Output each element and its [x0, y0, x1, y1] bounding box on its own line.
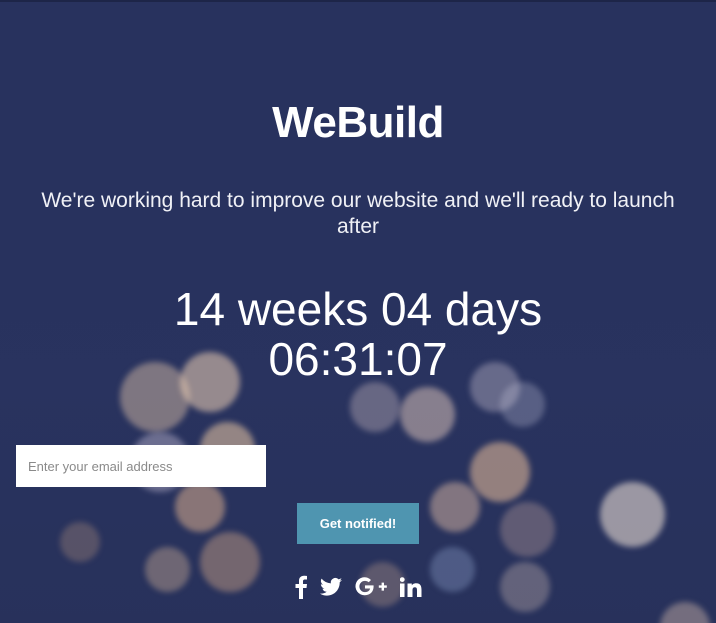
countdown-time: 06:31:07: [268, 333, 448, 385]
page: WeBuild We're working hard to improve ou…: [0, 0, 716, 623]
countdown-weeks-days: 14 weeks 04 days: [173, 283, 543, 335]
linkedin-icon[interactable]: [400, 572, 422, 602]
countdown: 14 weeks 04 days 06:31:07: [0, 284, 716, 384]
twitter-icon[interactable]: [320, 572, 342, 602]
google-plus-icon[interactable]: [354, 572, 388, 602]
email-input[interactable]: [16, 445, 266, 487]
facebook-icon[interactable]: [294, 572, 308, 602]
social-links: [0, 572, 716, 602]
get-notified-button[interactable]: Get notified!: [297, 503, 419, 544]
content: WeBuild We're working hard to improve ou…: [0, 2, 716, 623]
brand-title: WeBuild: [272, 98, 444, 147]
tagline: We're working hard to improve our websit…: [41, 189, 675, 238]
